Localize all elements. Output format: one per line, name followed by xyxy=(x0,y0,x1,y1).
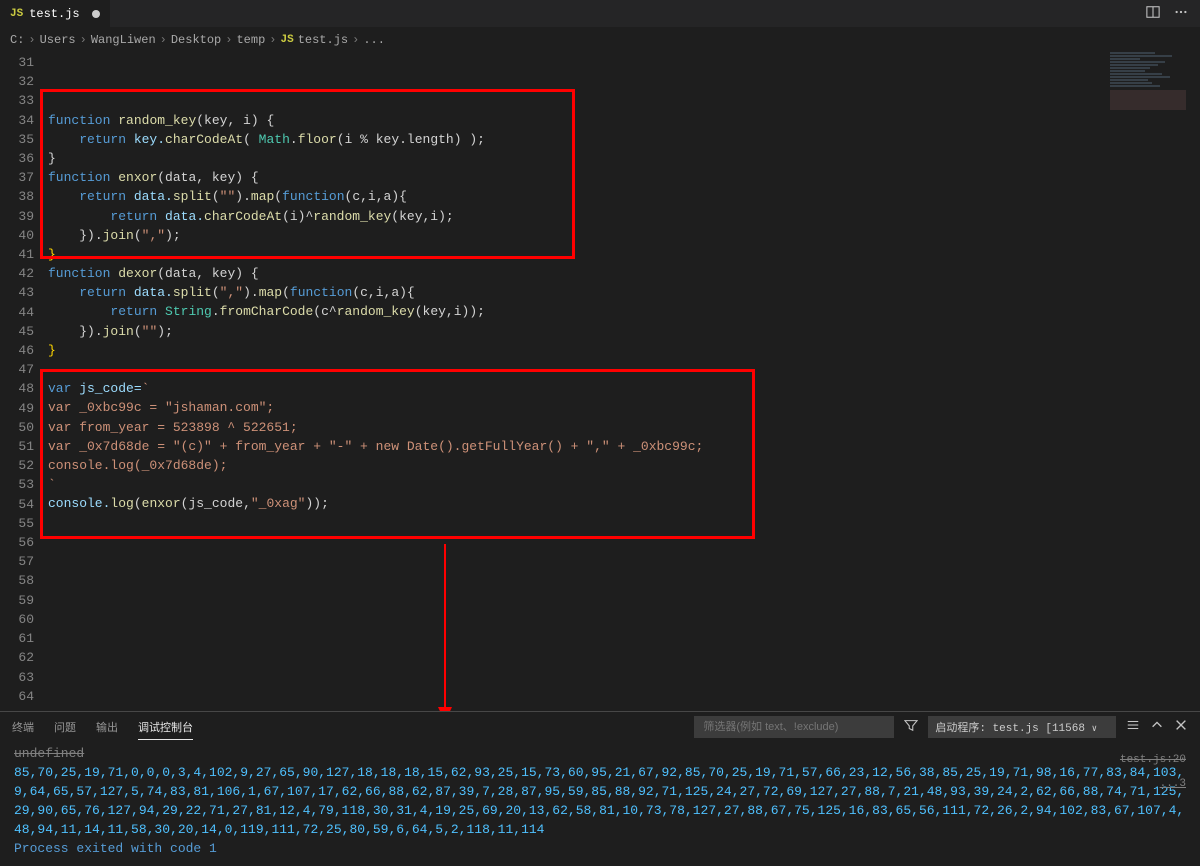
tab-output[interactable]: 输出 xyxy=(96,715,118,739)
exit-message: Process exited with code 1 xyxy=(14,839,1186,858)
console-output-line: 85,70,25,19,71,0,0,0,3,4,102,9,27,65,90,… xyxy=(14,763,1186,839)
editor[interactable]: 3132333435363738394041424344454647484950… xyxy=(0,52,1200,718)
close-panel-icon[interactable] xyxy=(1174,718,1188,736)
code-area[interactable]: function random_key(key, i) { return key… xyxy=(48,52,1200,718)
js-icon: JS xyxy=(10,8,23,20)
corner-link[interactable]: ...3 xyxy=(1160,778,1186,790)
breadcrumb-part[interactable]: C: xyxy=(10,33,24,47)
tab-filename: test.js xyxy=(29,7,79,21)
breadcrumb-file[interactable]: test.js xyxy=(298,33,348,47)
tab-actions xyxy=(1146,5,1200,23)
breadcrumb-part[interactable]: temp xyxy=(236,33,265,47)
debug-output: undefined 85,70,25,19,71,0,0,0,3,4,102,9… xyxy=(0,742,1200,866)
breadcrumb-part[interactable]: WangLiwen xyxy=(91,33,156,47)
panel-tabs: 终端 问题 输出 调试控制台 启动程序: test.js [11568 ∨ xyxy=(0,712,1200,742)
split-editor-icon[interactable] xyxy=(1146,5,1160,23)
tab-problems[interactable]: 问题 xyxy=(54,715,76,739)
tab-bar: JS test.js xyxy=(0,0,1200,28)
breadcrumb-part[interactable]: Users xyxy=(40,33,76,47)
debug-panel: 终端 问题 输出 调试控制台 启动程序: test.js [11568 ∨ te… xyxy=(0,711,1200,866)
filter-input[interactable] xyxy=(694,716,894,738)
collapse-icon[interactable] xyxy=(1150,718,1164,736)
line-gutter: 3132333435363738394041424344454647484950… xyxy=(0,52,48,718)
more-actions-icon[interactable] xyxy=(1174,5,1188,23)
filter-icon[interactable] xyxy=(904,718,918,736)
breadcrumb-trailing: ... xyxy=(363,33,385,47)
undefined-value: undefined xyxy=(14,744,1186,763)
dirty-indicator-icon xyxy=(92,10,100,18)
tab-terminal[interactable]: 终端 xyxy=(12,715,34,739)
tab-debug-console[interactable]: 调试控制台 xyxy=(138,715,193,740)
source-link[interactable]: test.js:20 xyxy=(1120,754,1186,766)
breadcrumb-part[interactable]: Desktop xyxy=(171,33,221,47)
js-icon: JS xyxy=(280,34,293,46)
file-tab[interactable]: JS test.js xyxy=(0,0,110,28)
minimap[interactable] xyxy=(1110,52,1190,172)
clear-console-icon[interactable] xyxy=(1126,718,1140,736)
breadcrumb[interactable]: C: › Users › WangLiwen › Desktop › temp … xyxy=(0,28,1200,52)
launch-config-select[interactable]: 启动程序: test.js [11568 ∨ xyxy=(928,716,1116,738)
